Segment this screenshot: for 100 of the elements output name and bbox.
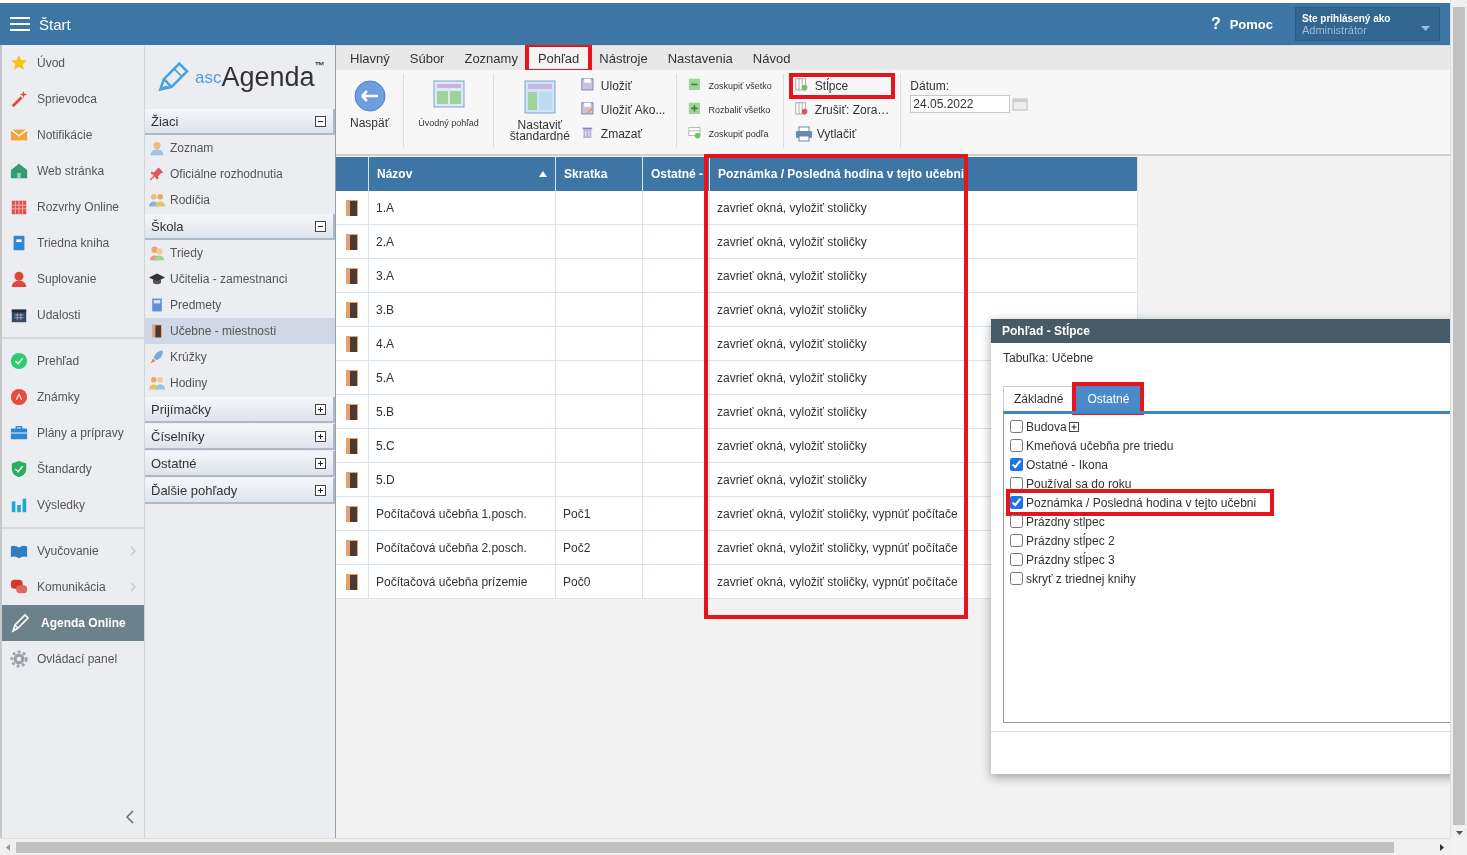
nav-item[interactable]: Ovládací panel [2, 641, 144, 677]
module-item[interactable]: Predmety [145, 292, 335, 318]
checkbox[interactable] [1010, 572, 1023, 585]
module-item[interactable]: Oficiálne rozhodnutia [145, 161, 335, 187]
checkbox-label: Prázdny stĺpec [1026, 514, 1105, 529]
toolbar-button[interactable]: Zmazať [577, 124, 669, 144]
door-icon [346, 335, 358, 352]
menu-icon [10, 16, 30, 32]
date-field[interactable]: 24.05.2022 [910, 95, 1011, 113]
checkbox[interactable] [1010, 420, 1023, 433]
nav-item[interactable]: Notifikácie [2, 117, 144, 153]
graduation-cap-icon [149, 271, 165, 287]
expand-icon [315, 403, 326, 415]
checkbox[interactable] [1010, 496, 1023, 509]
checkbox[interactable] [1010, 534, 1023, 547]
menu-tab[interactable]: Návod [742, 46, 801, 70]
nav-item[interactable]: Komunikácia [2, 569, 144, 605]
nav-item[interactable]: Suplovanie [2, 261, 144, 297]
trademark: ™ [314, 59, 325, 71]
help-label: Pomoc [1229, 16, 1273, 32]
nav-item[interactable]: Plány a prípravy [2, 415, 144, 451]
menu-tab[interactable]: Nastavenia [657, 46, 743, 70]
chat-icon [10, 578, 28, 596]
column-header[interactable]: Názov [369, 157, 556, 191]
door-icon [346, 471, 358, 488]
door-icon [346, 573, 358, 590]
section-header[interactable]: Ďalšie pohľady [145, 478, 335, 504]
menu-tab[interactable]: Hlavný [340, 46, 400, 70]
nav-item[interactable]: Výsledky [2, 487, 144, 523]
module-item[interactable]: Triedy [145, 240, 335, 266]
nav-item[interactable]: Triedna kniha [2, 225, 144, 261]
toolbar-button[interactable]: Uložiť [577, 76, 669, 96]
collapse-icon [315, 220, 326, 232]
menu-tab[interactable]: Súbor [399, 46, 455, 70]
toolbar-button[interactable]: Naspäť [344, 74, 396, 129]
table-cell: Poč1 [556, 497, 643, 531]
checkbox[interactable] [1010, 439, 1023, 452]
user-label: Ste prihlásený ako [1302, 12, 1392, 24]
checkbox[interactable] [1010, 458, 1023, 471]
nav-item[interactable]: Známky [2, 379, 144, 415]
checkbox[interactable] [1010, 553, 1023, 566]
toolbar-button[interactable]: Nastaviť štandardné [501, 74, 578, 142]
caret-icon [1421, 26, 1430, 31]
nav-item[interactable]: Štandardy [2, 451, 144, 487]
help-button[interactable]: ? Pomoc [1210, 15, 1273, 33]
table-cell: 5.A [369, 361, 556, 395]
nav-item[interactable]: Udalosti [2, 297, 144, 333]
door-icon [346, 301, 358, 318]
section-header[interactable]: Prijímačky [145, 397, 335, 423]
layout-icon [432, 80, 465, 108]
app-title[interactable]: Štart [39, 15, 71, 33]
collapse-icon[interactable] [126, 810, 134, 824]
table-cell: Poč2 [556, 531, 643, 565]
wand-icon [10, 90, 28, 108]
toolbar-button[interactable]: Stĺpce [791, 76, 893, 96]
module-item[interactable]: Rodičia [145, 187, 335, 213]
table-cell [643, 463, 710, 497]
toolbar-button[interactable]: Zoskupiť všetko [685, 76, 775, 96]
bar-chart-icon [10, 496, 28, 514]
logo-text: Agenda [221, 62, 315, 91]
nav-item[interactable]: Rozvrhy Online [2, 189, 144, 225]
column-header[interactable]: Skratka [556, 157, 643, 191]
column-header[interactable]: Ostatné - [643, 157, 710, 191]
module-item[interactable]: Učebne - miestnosti [145, 318, 335, 344]
nav-item[interactable]: Sprievodca [2, 81, 144, 117]
horizontal-scrollbar[interactable] [16, 841, 1394, 853]
table-cell [643, 327, 710, 361]
menu-tab[interactable]: Pohľad [527, 46, 590, 70]
checkbox[interactable] [1010, 515, 1023, 528]
toolbar-button[interactable]: Rozbaliť všetko [685, 100, 775, 120]
table-cell: zavrieť okná, vyložiť stoličky [710, 259, 1138, 293]
table-cell: zavrieť okná, vyložiť stoličky [710, 225, 1138, 259]
nav-item[interactable]: Prehľad [2, 343, 144, 379]
menu-tab[interactable]: Zoznamy [454, 46, 528, 70]
toolbar-button[interactable]: Zrušiť: Zora… [791, 100, 893, 120]
nav-item[interactable]: Web stránka [2, 153, 144, 189]
module-item[interactable]: Učitelia - zamestnanci [145, 266, 335, 292]
section-header[interactable]: Ostatné [145, 451, 335, 477]
people-icon [149, 192, 165, 208]
toolbar-button[interactable]: Zoskupiť podľa [685, 124, 775, 144]
toolbar-button[interactable]: Úvodný pohľad [412, 74, 485, 129]
module-item[interactable]: Hodiny [145, 370, 335, 396]
menu-tab[interactable]: Nástroje [589, 46, 658, 70]
scroll-left-icon [6, 843, 10, 851]
toolbar-button[interactable]: Uložiť Ako... [577, 100, 669, 120]
section-header[interactable]: Škola [145, 214, 335, 240]
user-menu[interactable]: Ste prihlásený ako Administrátor [1295, 7, 1440, 41]
toolbar-button[interactable]: Vytlačiť [791, 124, 893, 144]
module-item[interactable]: Zoznam [145, 135, 335, 161]
column-header[interactable]: Poznámka / Posledná hodina v tejto učebni [710, 157, 1138, 191]
section-header[interactable]: Žiaci [145, 109, 335, 135]
module-item[interactable]: Krúžky [145, 344, 335, 370]
vertical-scrollbar[interactable] [1453, 7, 1465, 825]
checkbox[interactable] [1010, 477, 1023, 490]
section-header[interactable]: Číselníky [145, 424, 335, 450]
nav-item[interactable]: Vyučovanie [2, 533, 144, 569]
nav-item[interactable]: Agenda Online [2, 605, 144, 641]
dialog-tab[interactable]: Základné [1003, 386, 1075, 411]
calendar-icon [10, 198, 28, 216]
nav-item[interactable]: Úvod [2, 45, 144, 81]
